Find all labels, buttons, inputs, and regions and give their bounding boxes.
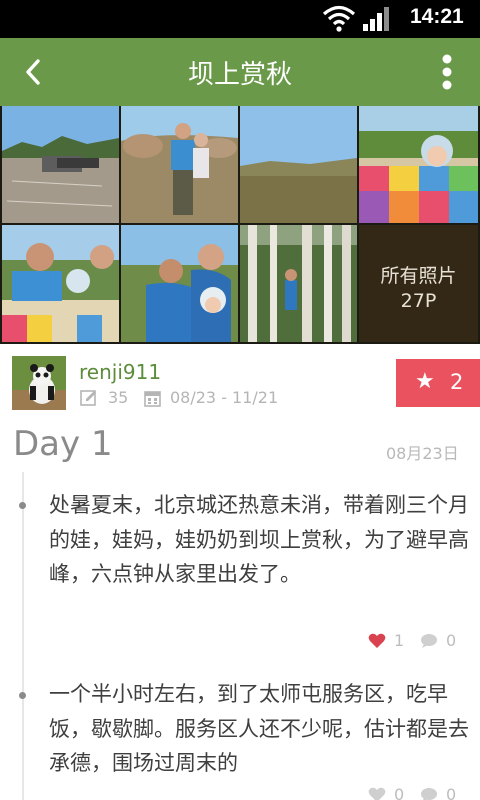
panda-avatar-icon — [12, 356, 66, 410]
photo-thumbnail[interactable] — [240, 106, 357, 223]
timeline-bullet — [19, 502, 26, 509]
status-clock: 14:21 — [410, 5, 464, 28]
favorite-count: 2 — [450, 370, 464, 394]
photo-thumbnail[interactable] — [121, 225, 238, 342]
photo-thumbnail[interactable] — [121, 106, 238, 223]
comment-icon — [421, 634, 437, 648]
calendar-icon — [144, 389, 162, 411]
like-count: 1 — [394, 631, 405, 650]
entry-text: 处暑夏末，北京城还热意未消，带着刚三个月的娃，娃妈，娃奶奶到坝上赏秋，为了避早高… — [49, 493, 469, 586]
day-title: Day 1 — [13, 424, 113, 464]
author-row: renji911 35 08/23 - 11/21 ★ 2 — [0, 344, 480, 416]
status-bar: 14:21 — [0, 0, 480, 38]
signal-icon — [362, 7, 392, 35]
photo-thumbnail[interactable] — [2, 225, 119, 342]
day-date: 08月23日 — [386, 444, 459, 463]
star-icon: ★ — [415, 369, 435, 394]
overflow-menu-icon — [442, 54, 452, 90]
all-photos-button[interactable]: 所有照片 27P — [359, 225, 478, 342]
timeline-bullet — [19, 692, 26, 699]
author-username[interactable]: renji911 — [79, 360, 161, 384]
overflow-menu-button[interactable] — [430, 52, 464, 92]
timeline-line — [22, 472, 24, 800]
back-button[interactable] — [18, 52, 58, 92]
photo-thumbnail[interactable] — [359, 106, 478, 223]
photo-thumbnail[interactable] — [240, 225, 357, 342]
edit-icon — [80, 389, 98, 411]
action-bar: 坝上赏秋 — [0, 38, 480, 106]
entry-text: 一个半小时左右，到了太师屯服务区，吃早饭，歇歇脚。服务区人还不少呢，估计都是去承… — [49, 682, 469, 775]
post-count: 35 — [108, 388, 129, 407]
all-photos-label: 所有照片 — [380, 265, 457, 287]
comment-count: 0 — [446, 785, 457, 800]
all-photos-count: 27P — [400, 290, 437, 312]
photo-thumbnail[interactable] — [2, 106, 119, 223]
comment-icon — [421, 788, 437, 800]
heart-icon — [368, 787, 386, 800]
comment-count: 0 — [446, 631, 457, 650]
wifi-icon — [322, 4, 356, 36]
chevron-left-icon — [26, 59, 40, 85]
favorite-button[interactable]: ★ 2 — [396, 359, 480, 407]
page-title: 坝上赏秋 — [187, 60, 292, 90]
trip-date-range: 08/23 - 11/21 — [170, 388, 279, 407]
heart-icon — [368, 633, 386, 648]
like-count: 0 — [394, 785, 405, 800]
avatar[interactable] — [12, 356, 66, 410]
